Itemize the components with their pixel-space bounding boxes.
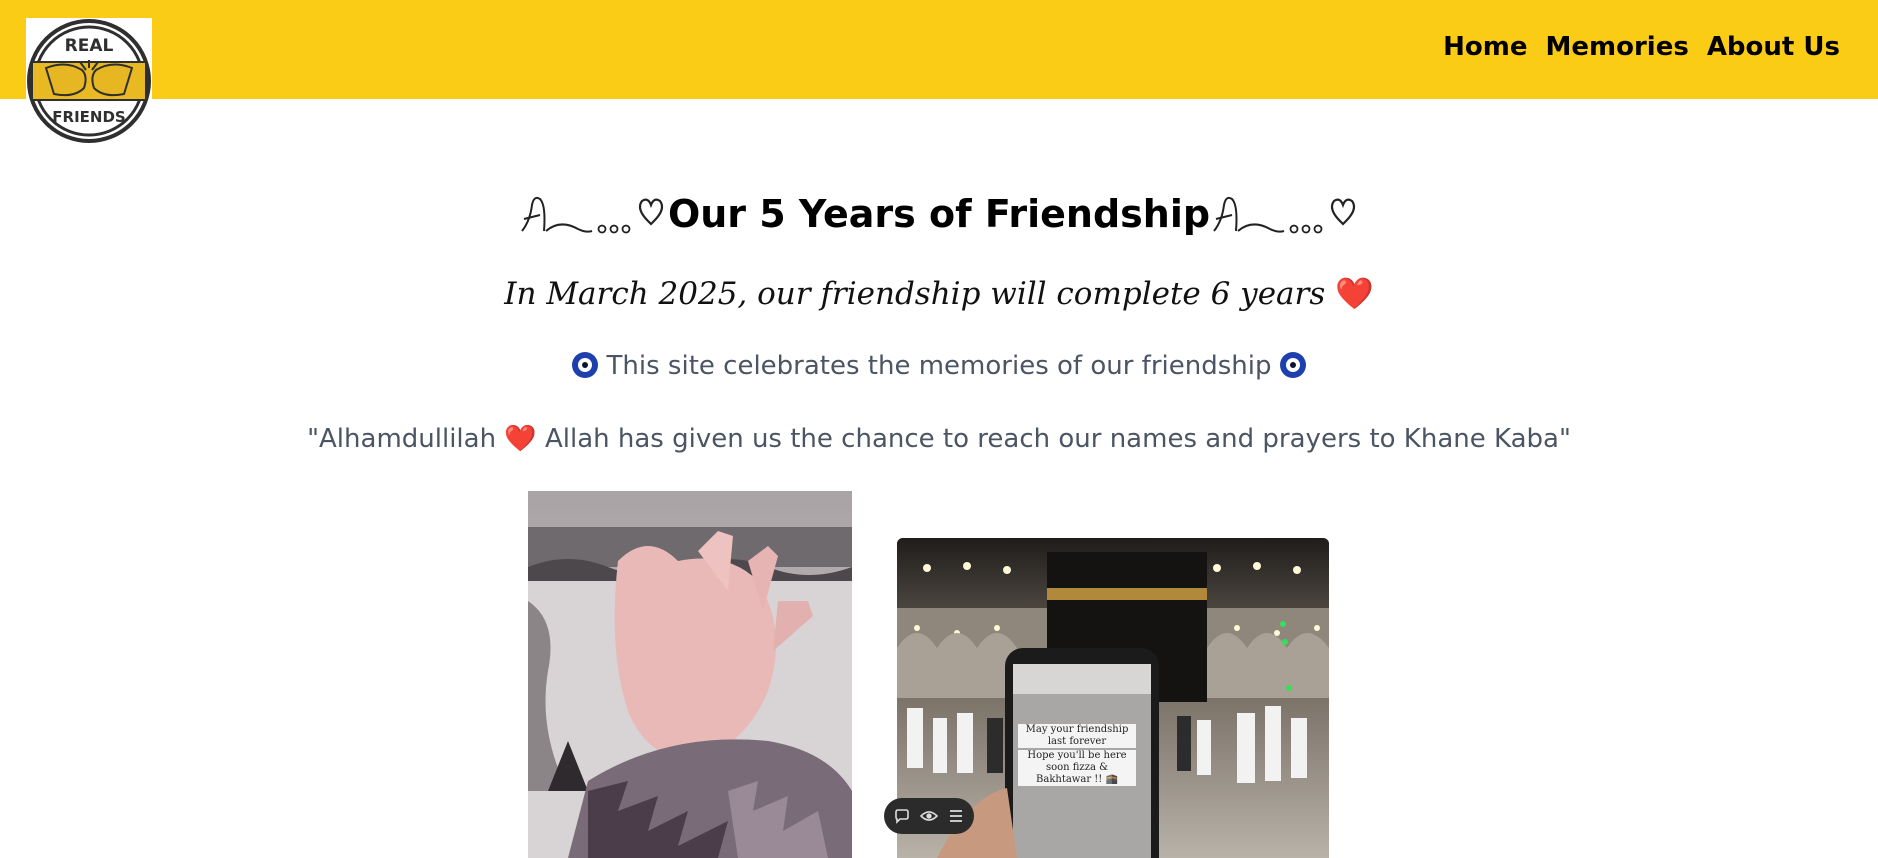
svg-text:REAL: REAL bbox=[65, 36, 114, 56]
svg-text:FRIENDS: FRIENDS bbox=[52, 108, 125, 126]
ribbon-heart-ornament-left bbox=[520, 191, 666, 237]
nav-memories-link[interactable]: Memories bbox=[1546, 28, 1689, 66]
prayer-quote-end: Allah has given us the chance to reach o… bbox=[544, 424, 1571, 454]
nav-about-us-link[interactable]: About Us bbox=[1707, 28, 1840, 66]
phone-overlay-message: May your friendship last forever Hope yo… bbox=[1018, 724, 1136, 788]
main-nav: Home Memories About Us bbox=[1443, 28, 1840, 66]
comment-icon[interactable] bbox=[894, 808, 910, 824]
heart-icon: ❤️ bbox=[504, 424, 537, 454]
site-tagline-text: This site celebrates the memories of our… bbox=[606, 351, 1272, 381]
site-tagline: This site celebrates the memories of our… bbox=[0, 345, 1878, 387]
ribbon-heart-ornament-right bbox=[1212, 191, 1358, 237]
evil-eye-icon bbox=[1279, 352, 1306, 378]
phone-message-line2: Hope you'll be here soon fizza & Bakhtaw… bbox=[1018, 750, 1136, 786]
memory-photo-hands[interactable] bbox=[528, 491, 852, 858]
site-logo[interactable]: REAL FRIENDS bbox=[26, 18, 152, 144]
eye-icon[interactable] bbox=[920, 808, 938, 824]
hero-title-row: Our 5 Years of Friendship bbox=[0, 186, 1878, 242]
nav-home-link[interactable]: Home bbox=[1443, 28, 1527, 66]
site-header: Home Memories About Us bbox=[0, 0, 1878, 99]
prayer-quote: "Alhamdullilah ❤️ Allah has given us the… bbox=[0, 418, 1878, 460]
evil-eye-icon bbox=[572, 352, 599, 378]
prayer-quote-start: "Alhamdullilah bbox=[307, 424, 497, 454]
floating-toolbar bbox=[884, 798, 974, 834]
phone-message-line1: May your friendship last forever bbox=[1018, 724, 1136, 748]
friendship-subtitle: In March 2025, our friendship will compl… bbox=[0, 268, 1878, 320]
friendship-subtitle-text: In March 2025, our friendship will compl… bbox=[504, 276, 1326, 312]
page-title: Our 5 Years of Friendship bbox=[667, 192, 1211, 236]
fist-bump-icon: REAL FRIENDS bbox=[27, 19, 151, 143]
menu-icon[interactable] bbox=[948, 808, 964, 824]
heart-icon: ❤️ bbox=[1335, 276, 1374, 312]
